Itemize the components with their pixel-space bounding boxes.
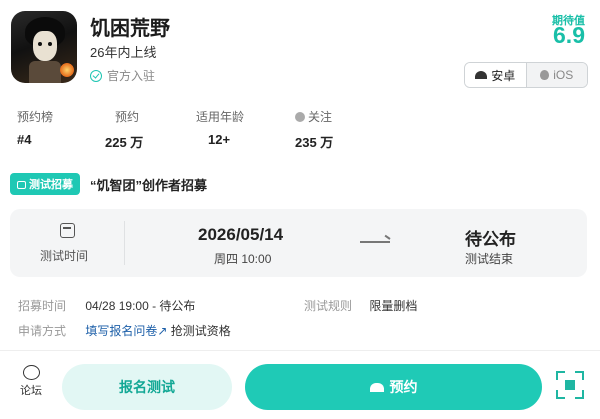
divider xyxy=(124,221,125,265)
expect-score: 6.9 xyxy=(553,22,585,48)
stat-reserve-count: 预约 225 万 xyxy=(105,108,143,151)
stat-value: 235 万 xyxy=(295,135,334,150)
android-label: 安卓 xyxy=(491,68,516,83)
reserve-button[interactable]: 预约 xyxy=(245,364,542,410)
apply-form-link[interactable]: 填写报名问卷↗ xyxy=(85,324,167,338)
recruit-time-value: 04/28 19:00 - 待公布 xyxy=(85,299,196,313)
forum-label: 论坛 xyxy=(20,385,42,397)
stat-label: 预约 xyxy=(115,110,140,124)
stat-label: 关注 xyxy=(308,110,333,124)
recruit-banner[interactable]: 测试招募 “饥智团”创作者招募 xyxy=(10,173,207,195)
verified-check-icon xyxy=(90,69,102,82)
apply-label: 申请方式 xyxy=(18,324,67,338)
test-end-status: 待公布 xyxy=(465,230,516,249)
ios-label: iOS xyxy=(553,68,574,82)
recruit-time-row: 招募时间 04/28 19:00 - 待公布 xyxy=(18,297,195,314)
recruit-tag: 测试招募 xyxy=(10,173,80,195)
game-header: 饥困荒野 26年内上线 官方入驻 期待值 6.9 安卓 iOS xyxy=(0,0,600,100)
test-start-date: 2026/05/14 xyxy=(198,225,284,244)
test-rule-label: 测试规则 xyxy=(304,299,353,313)
game-title: 饥困荒野 xyxy=(90,18,170,40)
qr-scan-icon[interactable] xyxy=(556,371,584,399)
stat-value: #4 xyxy=(17,132,32,147)
official-badge: 官方入驻 xyxy=(90,67,155,84)
arrow-right-icon xyxy=(360,241,390,243)
stat-follow[interactable]: 关注 235 万 xyxy=(295,108,333,151)
android-icon xyxy=(369,382,384,392)
test-rule-value: 限量删档 xyxy=(369,299,418,313)
reserve-label: 预约 xyxy=(389,379,418,395)
recruit-time-label: 招募时间 xyxy=(18,299,67,313)
stats-row: 预约榜 #4 预约 225 万 适用年龄 12+ 关注 235 万 xyxy=(0,108,600,154)
stat-label: 适用年龄 xyxy=(196,110,245,124)
bottom-action-bar: 论坛 报名测试 预约 xyxy=(0,350,600,419)
release-info: 26年内上线 xyxy=(90,45,157,60)
test-start-time: 周四 10:00 xyxy=(214,252,272,266)
platform-switch: 安卓 iOS xyxy=(464,62,588,88)
stat-reserve-rank[interactable]: 预约榜 #4 xyxy=(17,108,53,147)
apply-row: 申请方式 填写报名问卷↗ 抢测试资格 xyxy=(18,322,231,339)
platform-android-button[interactable]: 安卓 xyxy=(465,63,527,87)
test-time-label: 测试时间 xyxy=(40,249,89,263)
stat-label-wrap: 关注 xyxy=(295,108,333,125)
stat-label: 预约榜 xyxy=(17,110,54,124)
stat-value: 12+ xyxy=(208,132,231,147)
recruit-tag-label: 测试招募 xyxy=(29,179,73,191)
test-time-card: 测试时间 2026/05/14 周四 10:00 待公布 测试结束 xyxy=(10,209,587,277)
android-icon xyxy=(475,71,488,79)
apple-icon xyxy=(540,70,550,80)
chat-bubble-icon xyxy=(22,365,40,380)
apply-value: 抢测试资格 xyxy=(170,324,231,338)
calendar-icon xyxy=(60,223,75,238)
stat-value: 225 万 xyxy=(105,135,144,150)
recruit-title: “饥智团”创作者招募 xyxy=(90,177,208,193)
test-end-label: 测试结束 xyxy=(465,252,514,266)
game-app-icon[interactable] xyxy=(11,11,77,83)
forum-button[interactable]: 论坛 xyxy=(16,365,46,398)
official-label: 官方入驻 xyxy=(107,69,156,83)
signup-test-button[interactable]: 报名测试 xyxy=(62,364,232,410)
stat-age: 适用年龄 12+ xyxy=(196,108,244,147)
test-rule-row: 测试规则 限量删档 xyxy=(304,297,417,314)
platform-ios-button[interactable]: iOS xyxy=(526,63,587,87)
heart-icon xyxy=(295,111,305,122)
lock-icon xyxy=(17,181,26,189)
